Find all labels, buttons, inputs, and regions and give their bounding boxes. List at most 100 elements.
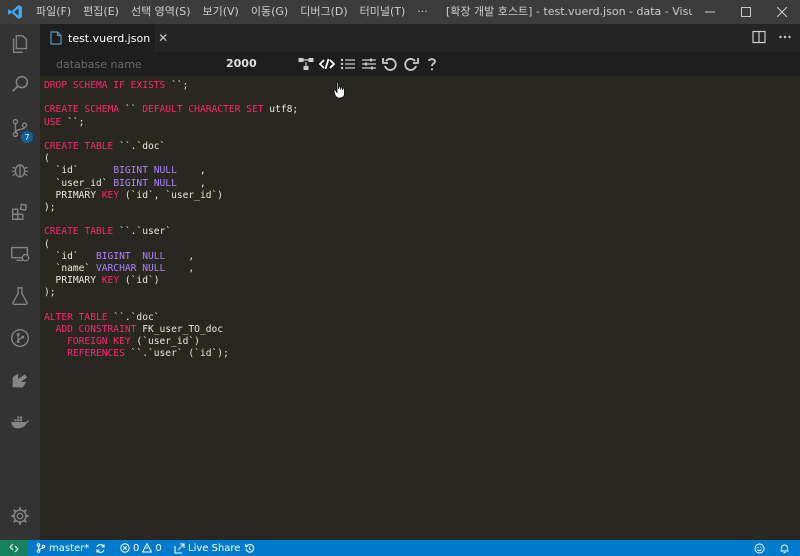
remote-explorer-button[interactable] [0,234,40,274]
code-token: CREATE TABLE [44,141,114,153]
database-name-input[interactable] [56,56,206,72]
more-actions-icon[interactable] [778,29,792,48]
menu-terminal[interactable]: 터미널(T) [354,0,412,24]
gear-icon [11,507,29,525]
code-token: CREATE TABLE [44,226,114,238]
branch-icon [36,543,46,553]
live-share-status[interactable]: Live Share [174,540,240,556]
code-token: ``.`user` (`id`); [124,348,229,360]
warning-icon [142,543,153,553]
code-token: ( [44,153,50,165]
close-window-button[interactable] [764,0,800,24]
menu-edit[interactable]: 편집(E) [77,0,125,24]
code-token: DEFAULT CHARACTER SET [142,104,264,116]
branch-indicator[interactable]: master* [36,540,89,556]
menu-selection[interactable]: 선택 영역(S) [125,0,197,24]
code-token: ``; [61,116,85,128]
code-line: ALTER TABLE ``.`doc` [44,312,800,324]
code-line: `id` BIGINT NULL , [44,251,800,263]
extensions-icon [11,203,28,221]
problems-indicator[interactable]: 0 0 [120,540,162,556]
live-share-button[interactable] [0,360,40,400]
list-icon[interactable] [340,56,356,72]
undo-icon[interactable] [382,56,398,72]
history-button[interactable] [244,540,255,556]
tab-bar: test.vuerd.json ✕ [40,24,800,52]
sql-code: DROP SCHEMA IF EXISTS ``; CREATE SCHEMA … [44,80,800,361]
code-token: USE [44,116,62,128]
canvas-size-value[interactable]: 2000 [226,52,257,76]
menu-go[interactable]: 이동(G) [245,0,294,24]
erd-toolbar: 2000 [40,52,800,76]
search-icon [12,75,29,92]
minimize-icon [705,11,715,13]
code-token: ADD CONSTRAINT [44,324,137,336]
notifications-button[interactable] [779,540,790,556]
sql-icon[interactable] [319,56,335,72]
menu-debug[interactable]: 디버그(D) [294,0,353,24]
code-token: KEY [101,275,120,287]
sql-code-view[interactable]: DROP SCHEMA IF EXISTS ``; CREATE SCHEMA … [40,76,800,540]
maximize-button[interactable] [728,0,764,24]
code-line: PRIMARY KEY (`id`) [44,275,800,287]
code-line: USE ``; [44,117,800,129]
search-button[interactable] [0,64,40,104]
menu-more[interactable]: ··· [411,0,434,24]
code-line: ADD CONSTRAINT FK_user_TO_doc [44,324,800,336]
tab-test-vuerd-json[interactable]: test.vuerd.json ✕ [40,24,168,52]
help-icon[interactable] [424,56,440,72]
branch-name: master* [49,542,90,554]
code-token: , [165,263,195,275]
split-editor-icon[interactable] [752,29,766,48]
erd-icon[interactable] [298,56,314,72]
window-title: [확장 개발 호스트] - test.vuerd.json - data - V… [446,5,692,18]
debug-icon [12,164,28,178]
sync-icon [96,543,105,553]
testing-button[interactable] [0,276,40,316]
menu-file[interactable]: 파일(F) [30,0,77,24]
code-line: FOREIGN KEY (`user_id`) [44,336,800,348]
gitlens-button[interactable] [0,318,40,358]
sync-button[interactable] [95,540,106,556]
live-share-icon [12,373,28,388]
vscode-logo-icon [0,0,30,24]
title-bar: 파일(F) 편집(E) 선택 영역(S) 보기(V) 이동(G) 디버그(D) … [0,0,800,24]
code-token: ``.`doc` [113,141,166,153]
code-token: , [176,165,206,177]
menu-view[interactable]: 보기(V) [196,0,244,24]
code-token: utf8; [263,104,299,116]
source-control-button[interactable]: 7 [0,108,40,148]
settings-icon[interactable] [361,56,377,72]
remote-indicator[interactable] [0,540,28,556]
files-icon [12,35,28,53]
feedback-button[interactable] [754,540,765,556]
debug-button[interactable] [0,150,40,190]
window-controls [692,0,800,24]
tab-label: test.vuerd.json [68,31,151,45]
minimize-button[interactable] [692,0,728,24]
code-token: (`id`) [119,275,160,287]
code-line: CREATE SCHEMA `` DEFAULT CHARACTER SET u… [44,104,800,116]
redo-icon[interactable] [403,56,419,72]
code-line: PRIMARY KEY (`id`, `user_id`) [44,190,800,202]
flask-icon [12,287,28,305]
code-line: DROP SCHEMA IF EXISTS ``; [44,80,800,92]
manage-button[interactable] [0,496,40,536]
code-token: ALTER TABLE [44,311,108,323]
explorer-button[interactable] [0,24,40,64]
code-line: REFERENCES ``.`user` (`id`); [44,348,800,360]
source-control-badge: 7 [21,131,33,143]
code-token: KEY [101,189,120,201]
code-token: NULL [153,165,177,177]
code-token: `name` [44,263,96,275]
code-token: `id` [44,165,114,177]
docker-button[interactable] [0,402,40,442]
code-token: BIGINT [95,250,131,262]
code-token: `` [119,104,143,116]
extensions-button[interactable] [0,192,40,232]
maximize-icon [741,7,751,17]
tab-close-icon[interactable]: ✕ [158,31,168,45]
